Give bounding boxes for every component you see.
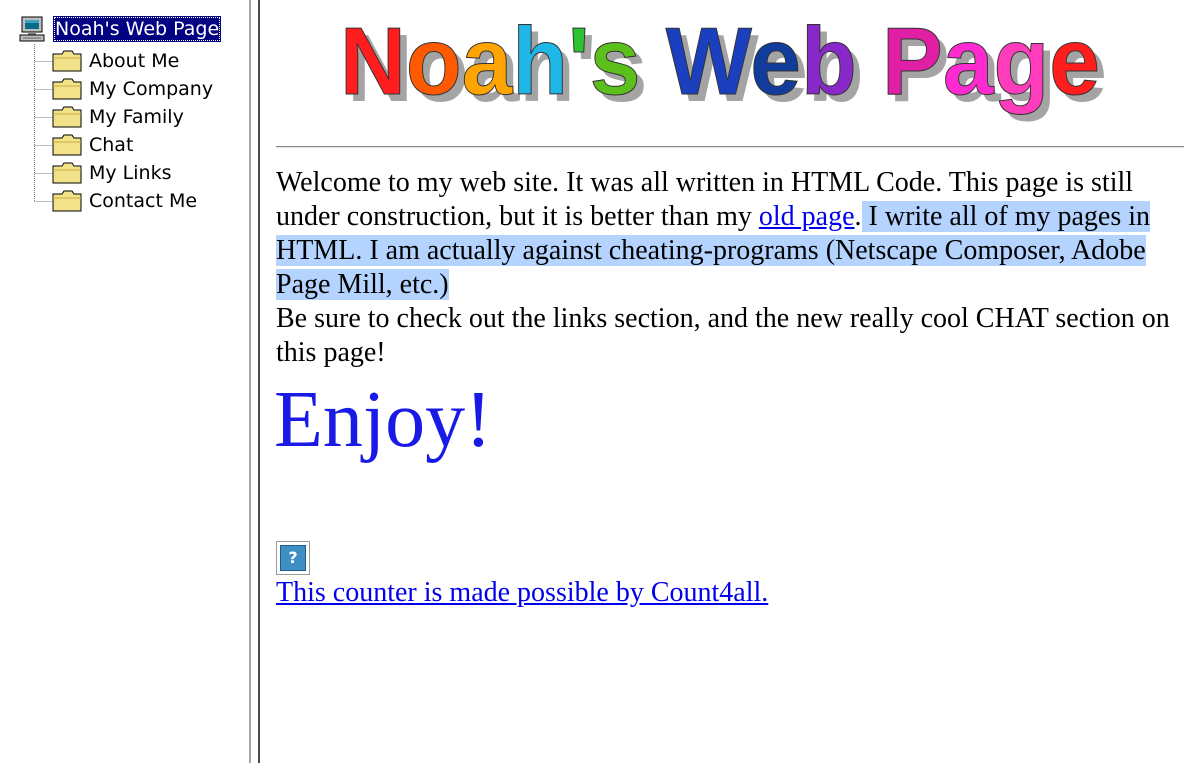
banner-letter [857,8,882,115]
banner-letter: e [1049,8,1100,115]
banner-title: Noah's Web Page Noah's Web Page [340,8,1108,122]
folder-icon [52,50,82,72]
main-frame: Noah's Web Page Noah's Web Page Welcome … [260,0,1200,763]
folder-icon [52,134,82,156]
computer-icon [19,16,45,42]
tree-item-my-company[interactable]: My Company [52,75,213,103]
question-mark-icon: ? [280,545,306,571]
banner-title-text: Noah's Web Page [340,8,1100,115]
frame-splitter[interactable] [249,0,260,763]
tree-item-label: Contact Me [89,190,198,212]
banner-letter: ' [568,8,590,115]
folder-icon [52,106,82,128]
tree-item-label: About Me [89,50,180,72]
tree-root-label[interactable]: Noah's Web Page [53,16,222,42]
banner-letter: N [340,8,406,115]
frameset: Noah's Web Page About Me My Company My F… [0,0,1200,763]
tree-item-chat[interactable]: Chat [52,131,133,159]
banner-letter [640,8,665,115]
horizontal-rule [276,146,1184,148]
banner-letter: e [750,8,801,115]
counter-image-placeholder[interactable]: ? [276,541,310,575]
banner-letter: o [406,8,462,115]
banner-letter: P [882,8,943,115]
tree-root[interactable]: Noah's Web Page [18,14,222,44]
counter-link[interactable]: This counter is made possible by Count4a… [276,576,768,610]
banner-letter: h [512,8,568,115]
tree-item-label: My Company [89,78,214,100]
banner-letter: W [666,8,752,115]
folder-icon [52,190,82,212]
welcome-text-2: Be sure to check out the links section, … [276,303,1170,368]
tree-item-my-links[interactable]: My Links [52,159,172,187]
enjoy-heading: Enjoy! [274,376,492,464]
banner-letter: g [994,8,1050,115]
tree-frame: Noah's Web Page About Me My Company My F… [0,0,249,763]
tree-item-about-me[interactable]: About Me [52,47,179,75]
folder-icon [52,162,82,184]
tree-item-label: My Links [89,162,172,184]
banner-letter: a [943,8,994,115]
banner-letter: a [462,8,513,115]
banner-letter: b [801,8,857,115]
welcome-paragraph: Welcome to my web site. It was all writt… [276,166,1184,370]
folder-icon [52,78,82,100]
tree-item-contact-me[interactable]: Contact Me [52,187,197,215]
old-page-link[interactable]: old page [759,201,855,232]
tree-item-label: My Family [89,106,184,128]
welcome-text: . [854,201,862,232]
tree-item-my-family[interactable]: My Family [52,103,184,131]
banner-letter: s [590,8,641,115]
tree-item-label: Chat [89,134,134,156]
